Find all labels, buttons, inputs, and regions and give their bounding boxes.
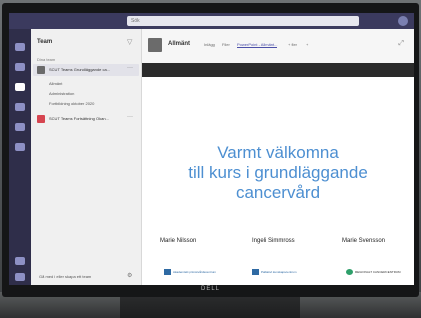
channel-item[interactable]: Allmänt [49,81,62,86]
top-bar: Sök [9,13,414,29]
slide-title-line: cancervård [235,183,321,202]
team-name: SCUT Teams Fortsättning Okan... [49,116,109,121]
slide-title-line: Varmt välkomna [217,143,339,162]
apps-icon[interactable] [15,257,25,265]
add-tab-button[interactable]: + [306,42,308,47]
logo-rcc: REGIONALT CANCERCENTRUM [346,269,401,275]
tab-files[interactable]: Filer [222,42,230,47]
avatar[interactable] [398,16,408,26]
team-name: SCUT Teams Grundläggande ca... [49,67,110,72]
more-icon[interactable]: ··· [127,65,133,71]
presenter-name: Ingeli Simmross [252,238,295,244]
presenter-name: Marie Nilsson [160,238,197,244]
logo-row: Akademiskt primärvårdscentrum Palliativt… [142,267,414,281]
presenter-name: Marie Svensson [342,238,386,244]
channel-title: Allmänt [168,41,191,47]
logo-mark [252,269,259,275]
team-avatar [37,115,45,123]
presentation-toolbar [142,63,414,77]
monitor-brand: DELL [200,286,220,292]
teams-panel: Team ▽ Dina team SCUT Teams Grundläggand… [31,29,142,285]
gear-icon[interactable]: ⚙ [127,272,132,279]
team-item[interactable]: SCUT Teams Fortsättning Okan... ··· [33,113,139,125]
filter-icon[interactable]: ▽ [127,38,132,46]
app-rail [9,29,31,285]
expand-icon[interactable]: ⤢ [398,40,404,48]
channel-item[interactable]: Administration [49,91,74,96]
panel-title: Team [37,39,53,45]
chat-icon[interactable] [15,63,25,71]
teams-window: Sök Team ▽ Dina team SCUT Teams Grundläg… [9,13,414,285]
calls-icon[interactable] [15,123,25,131]
tab-more[interactable]: + fler [288,42,297,47]
channel-avatar [148,38,162,52]
tab-posts[interactable]: Inlägg [204,42,215,47]
slide-title-line: till kurs i grundläggande [188,163,368,182]
section-label: Dina team [37,57,56,62]
teams-icon[interactable] [15,83,25,91]
tab-powerpoint[interactable]: PowerPoint - Allmänt... [237,42,278,48]
files-icon[interactable] [15,143,25,151]
search-input[interactable]: Sök [127,16,359,26]
calendar-icon[interactable] [15,103,25,111]
presentation-slide: Varmt välkomna till kurs i grundläggande… [142,77,414,285]
join-or-create-team-link[interactable]: Gå med i eller skapa ett team [39,274,91,279]
logo-palliativt: Palliativt kunskapscentrum [252,269,297,275]
more-icon[interactable]: ··· [127,114,133,120]
help-icon[interactable] [15,273,25,281]
activity-icon[interactable] [15,43,25,51]
slide-title: Varmt välkomna till kurs i grundläggande… [142,143,414,203]
channel-header: Allmänt Inlägg Filer PowerPoint - Allmän… [142,29,414,63]
logo-mark [164,269,171,275]
monitor-frame: Sök Team ▽ Dina team SCUT Teams Grundläg… [2,3,419,297]
monitor-stand [120,297,300,318]
logo-akademiskt: Akademiskt primärvårdscentrum [164,269,216,275]
channel-item[interactable]: Fortbildning oktober 2020 [49,101,94,106]
team-avatar [37,66,45,74]
logo-mark [346,269,353,275]
team-item[interactable]: SCUT Teams Grundläggande ca... ··· [33,64,139,76]
